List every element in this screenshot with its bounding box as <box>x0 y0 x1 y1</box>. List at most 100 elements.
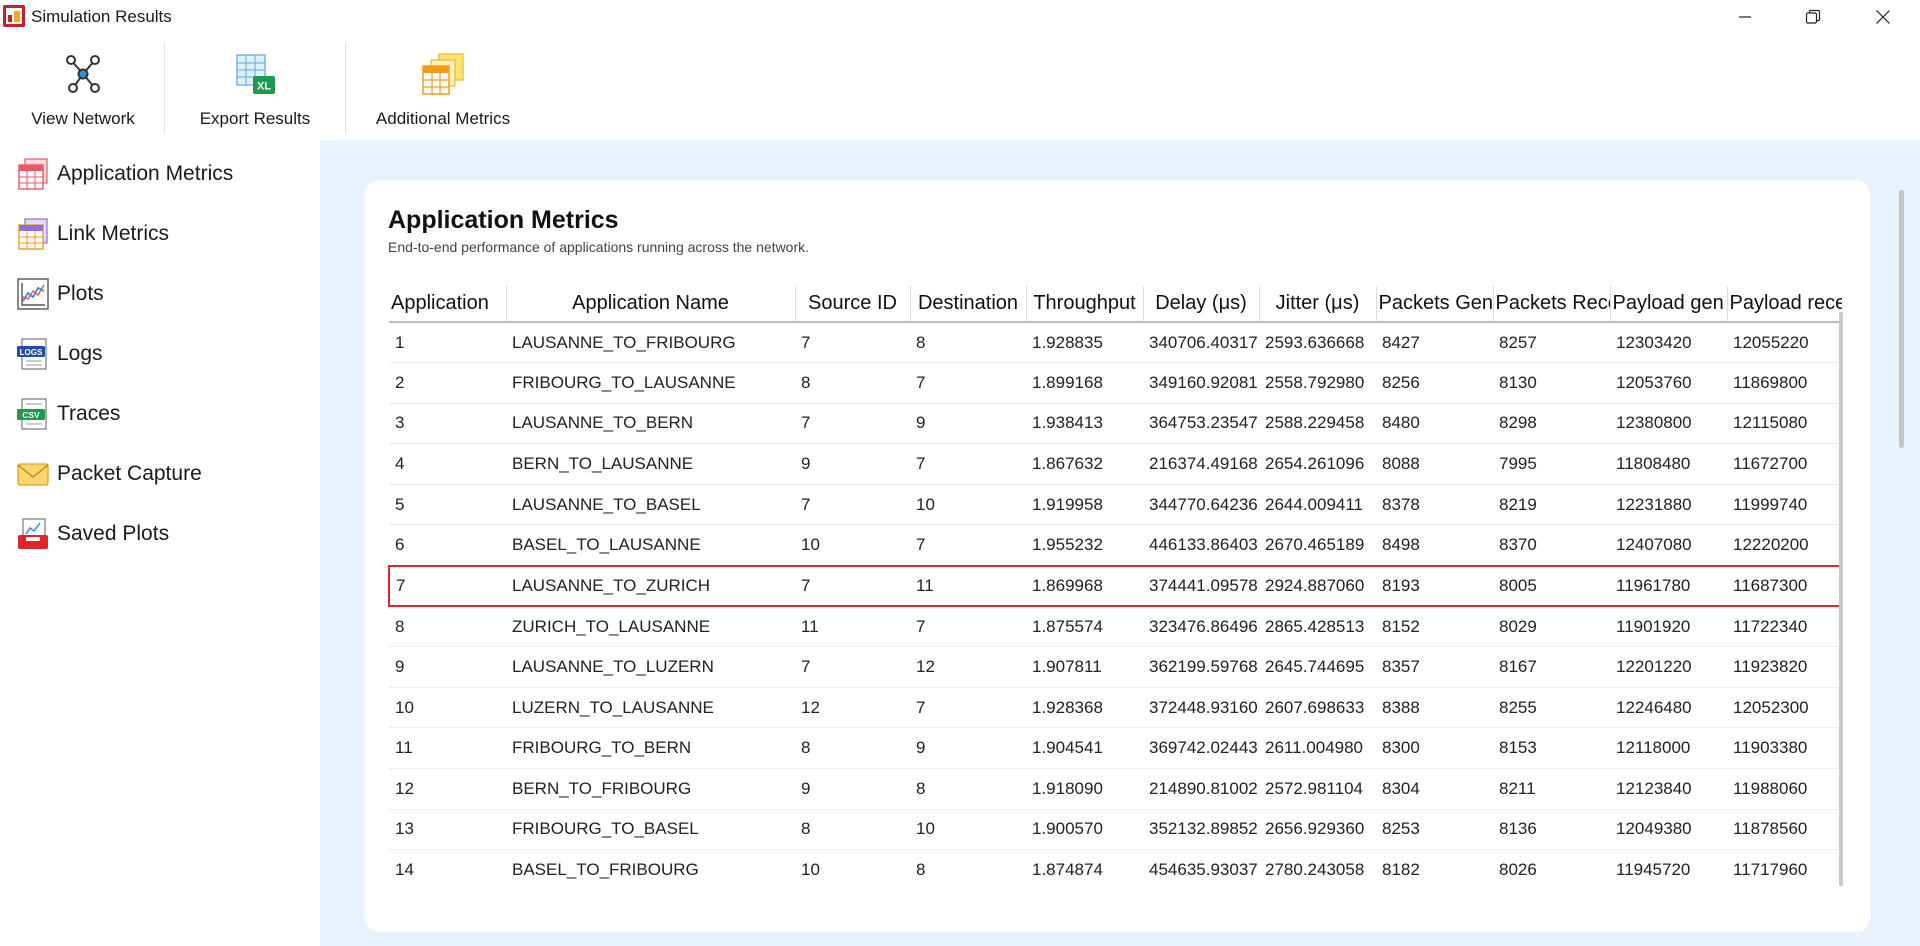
table-cell: 9 <box>795 443 910 485</box>
table-cell: 8257 <box>1493 322 1610 364</box>
table-row[interactable]: 6 BASEL_TO_LAUSANNE 10 7 1.955232 446133.8640… <box>389 524 1842 567</box>
column-header[interactable]: Delay (μs) <box>1143 286 1260 323</box>
minimize-button[interactable] <box>1710 0 1780 34</box>
table-cell: 11903380 <box>1727 727 1842 770</box>
table-cell: 8 <box>795 362 910 404</box>
table-cell: 344770.64236 <box>1143 484 1259 526</box>
table-cell: 8211 <box>1493 768 1610 810</box>
table-cell: 2865.428513 <box>1259 606 1376 648</box>
table-cell: 10 <box>795 849 910 888</box>
table-row[interactable]: 12 BERN_TO_FRIBOURG 9 8 1.918090 214890.81002… <box>389 768 1842 810</box>
table-cell: 11901920 <box>1610 606 1727 648</box>
svg-text:XL: XL <box>257 81 271 93</box>
table-cell: 11878560 <box>1727 809 1842 851</box>
table-cell: 2572.981104 <box>1259 768 1376 810</box>
table-row[interactable]: 14 BASEL_TO_FRIBOURG 10 8 1.874874 454635.930… <box>389 849 1842 888</box>
table-cell: 2588.229458 <box>1259 403 1376 445</box>
table-cell: 8 <box>910 322 1026 364</box>
table-cell: 1.928368 <box>1026 687 1143 729</box>
table-cell: 374441.09578 <box>1143 564 1259 608</box>
close-button[interactable] <box>1848 0 1918 34</box>
sidebar-item-label: Traces <box>57 402 121 425</box>
table-cell: 1.874874 <box>1026 849 1143 888</box>
table-cell: 8193 <box>1376 564 1493 608</box>
table-cell: 10 <box>910 809 1026 851</box>
table-cell: 2 <box>389 362 506 404</box>
table-row[interactable]: 10 LUZERN_TO_LAUSANNE 12 7 1.928368 372448.93… <box>389 687 1842 729</box>
table-row[interactable]: 1 LAUSANNE_TO_FRIBOURG 7 8 1.928835 340706.40… <box>389 322 1842 364</box>
maximize-button[interactable] <box>1778 0 1848 34</box>
table-row[interactable]: 2 FRIBOURG_TO_LAUSANNE 8 7 1.899168 349160.92… <box>389 362 1842 404</box>
table-cell: 2780.243058 <box>1259 849 1376 888</box>
toolbar: View Network XL Export Results Additiona… <box>0 34 1920 140</box>
table-cell: 11999740 <box>1727 484 1842 526</box>
table-cell: 10 <box>910 484 1026 526</box>
toolbar-divider <box>164 42 165 134</box>
sidebar-item-logs[interactable]: LOGS Logs <box>0 330 320 378</box>
table-cell: 7 <box>910 687 1026 729</box>
table-row[interactable]: 11 FRIBOURG_TO_BERN 8 9 1.904541 369742.02443… <box>389 727 1842 770</box>
page-title: Application Metrics <box>388 206 619 234</box>
sidebar-item-link-metrics[interactable]: Link Metrics <box>0 210 320 258</box>
table-cell: 1.938413 <box>1026 403 1143 445</box>
view-network-button[interactable]: View Network <box>20 34 146 140</box>
table-cell: 8136 <box>1493 809 1610 851</box>
csv-icon: CSV <box>17 398 47 430</box>
table-cell: 8 <box>389 606 506 648</box>
table-cell: 7 <box>910 606 1026 648</box>
netsim-app-icon <box>3 5 25 27</box>
column-header[interactable]: Source ID <box>795 286 911 323</box>
table-cell: 12246480 <box>1610 687 1727 729</box>
table-cell: 362199.59768 <box>1143 646 1259 688</box>
sidebar-item-traces[interactable]: CSV Traces <box>0 390 320 438</box>
table-row-highlighted[interactable]: 7 LAUSANNE_TO_ZURICH 7 11 1.869968 374441.095… <box>388 564 1842 608</box>
table-scrollbar[interactable] <box>1839 312 1843 886</box>
table-cell: BERN_TO_LAUSANNE <box>506 443 795 485</box>
table-cell: ZURICH_TO_LAUSANNE <box>506 606 795 648</box>
metrics-table-container[interactable]: Application Application Name Source ID Dest… <box>388 286 1842 888</box>
export-results-button[interactable]: XL Export Results <box>190 34 320 140</box>
table-cell: 369742.02443 <box>1143 727 1259 770</box>
table-row[interactable]: 9 LAUSANNE_TO_LUZERN 7 12 1.907811 362199.597… <box>389 646 1842 688</box>
page-scrollbar[interactable] <box>1899 190 1904 448</box>
table-cell: 7 <box>795 322 910 364</box>
column-header[interactable]: Application <box>389 286 507 323</box>
sidebar-item-packet-capture[interactable]: Packet Capture <box>0 450 320 498</box>
column-header[interactable]: Jitter (μs) <box>1259 286 1377 323</box>
table-cell: 12220200 <box>1727 524 1842 567</box>
column-header[interactable]: Destination <box>910 286 1027 323</box>
table-cell: 11722340 <box>1727 606 1842 648</box>
table-cell: 11 <box>389 727 506 770</box>
table-row[interactable]: 13 FRIBOURG_TO_BASEL 8 10 1.900570 352132.898… <box>389 809 1842 851</box>
table-cell: 1.955232 <box>1026 524 1143 567</box>
column-header[interactable]: Application Name <box>506 286 796 323</box>
sidebar-item-application-metrics[interactable]: Application Metrics <box>0 150 320 198</box>
column-header[interactable]: Payload gen <box>1610 286 1728 323</box>
table-cell: LAUSANNE_TO_FRIBOURG <box>506 322 795 364</box>
table-cell: 8357 <box>1376 646 1493 688</box>
table-cell: 9 <box>910 403 1026 445</box>
sidebar-item-plots[interactable]: Plots <box>0 270 320 318</box>
table-row[interactable]: 5 LAUSANNE_TO_BASEL 7 10 1.919958 344770.6423… <box>389 484 1842 526</box>
table-row[interactable]: 4 BERN_TO_LAUSANNE 9 7 1.867632 216374.49168 2… <box>389 443 1842 485</box>
view-network-label: View Network <box>31 109 135 128</box>
close-icon <box>1876 10 1890 24</box>
sidebar-item-saved-plots[interactable]: Saved Plots <box>0 510 320 558</box>
table-cell: 13 <box>389 809 506 851</box>
column-header[interactable]: Packets Rece <box>1493 286 1611 323</box>
table-cell: 8427 <box>1376 322 1493 364</box>
table-row[interactable]: 8 ZURICH_TO_LAUSANNE 11 7 1.875574 323476.864… <box>389 606 1842 648</box>
additional-metrics-icon <box>422 53 464 95</box>
table-row[interactable]: 3 LAUSANNE_TO_BERN 7 9 1.938413 364753.23547 2… <box>389 403 1842 445</box>
column-header[interactable]: Throughput <box>1026 286 1144 323</box>
table-cell: 2654.261096 <box>1259 443 1376 485</box>
column-header[interactable]: Packets Gen <box>1376 286 1494 323</box>
column-header[interactable]: Payload rece <box>1727 286 1842 323</box>
link-metrics-icon <box>18 218 48 250</box>
additional-metrics-button[interactable]: Additional Metrics <box>368 34 518 140</box>
table-cell: 7 <box>910 524 1026 567</box>
table-cell: 12303420 <box>1610 322 1727 364</box>
title-bar: Simulation Results <box>0 0 1920 34</box>
table-cell: 2656.929360 <box>1259 809 1376 851</box>
table-cell: 8 <box>795 809 910 851</box>
